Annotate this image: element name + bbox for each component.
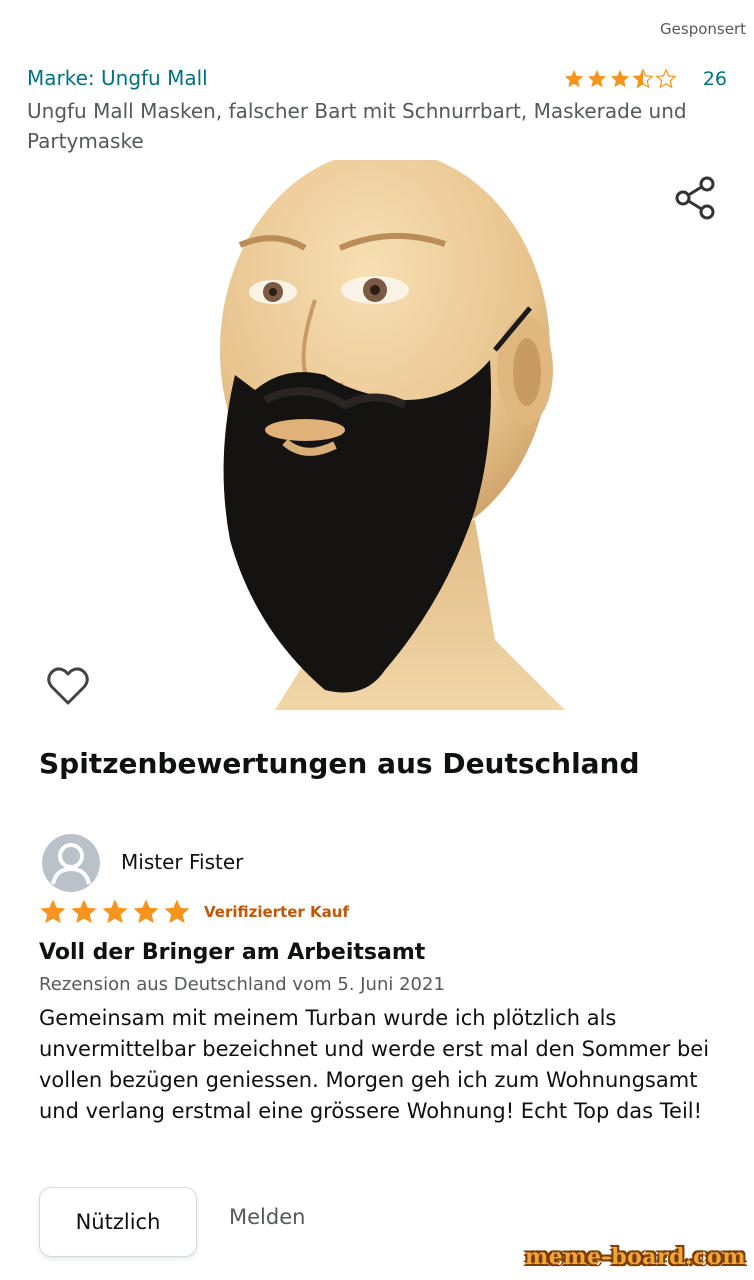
heart-icon[interactable]	[44, 662, 92, 710]
review-count[interactable]: 26	[703, 68, 727, 90]
product-image[interactable]	[175, 150, 595, 715]
helpful-button[interactable]: Nützlich	[39, 1187, 197, 1257]
user-avatar-icon	[42, 834, 100, 892]
star-full-icon	[133, 899, 159, 924]
star-half-icon	[632, 68, 654, 89]
star-full-icon	[40, 899, 66, 924]
product-title[interactable]: Ungfu Mall Masken, falscher Bart mit Sch…	[27, 96, 707, 156]
review-title: Voll der Bringer am Arbeitsamt	[39, 940, 426, 965]
watermark: meme-board.com	[525, 1244, 746, 1270]
star-full-icon	[564, 69, 583, 88]
product-rating-stars	[563, 68, 677, 90]
section-title: Spitzenbewertungen aus Deutschland	[39, 747, 640, 780]
review-meta: Rezension aus Deutschland vom 5. Juni 20…	[39, 974, 445, 995]
share-icon[interactable]	[672, 174, 718, 222]
mannequin-beard-image	[220, 150, 565, 710]
star-full-icon	[164, 899, 190, 924]
star-full-icon	[610, 69, 629, 88]
review-rating-stars	[38, 897, 192, 927]
star-full-icon	[71, 899, 97, 924]
sponsored-label: Gesponsert	[660, 20, 746, 38]
report-link[interactable]: Melden	[229, 1205, 305, 1229]
product-rating[interactable]: 26	[563, 68, 727, 90]
star-empty-icon	[655, 68, 677, 89]
verified-purchase-badge: Verifizierter Kauf	[204, 903, 349, 921]
star-full-icon	[102, 899, 128, 924]
review-body: Gemeinsam mit meinem Turban wurde ich pl…	[39, 1006, 710, 1123]
reviewer-name[interactable]: Mister Fister	[121, 850, 243, 874]
star-full-icon	[587, 69, 606, 88]
brand-link[interactable]: Marke: Ungfu Mall	[27, 66, 208, 90]
